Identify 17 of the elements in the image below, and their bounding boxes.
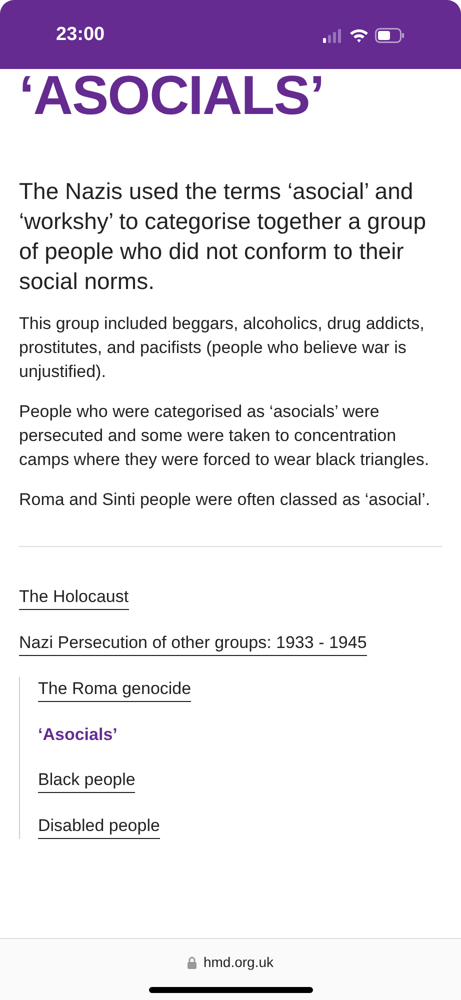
url-text[interactable]: hmd.org.uk: [203, 952, 274, 973]
lock-icon: [187, 956, 198, 969]
battery-icon: [375, 28, 405, 43]
nav-link[interactable]: The Holocaust: [19, 585, 129, 610]
status-time: 23:00: [56, 23, 105, 48]
page-title: ‘ASOCIALS’: [19, 69, 325, 124]
paragraph: Roma and Sinti people were often classed as ‘asocial’.: [19, 489, 432, 511]
nav-link[interactable]: The Roma genocide: [38, 677, 192, 702]
nav-link[interactable]: Nazi Persecution of other groups: 1933 - 1945: [19, 631, 367, 656]
wifi-icon: [349, 28, 369, 43]
nav-link[interactable]: Disabled people: [38, 814, 160, 839]
paragraph: This group included beggars, alcoholics, drug addicts, prostitutes, and pacifists (people who believe war is unjustified).: [19, 313, 426, 383]
nav-link[interactable]: ‘Asocials’: [38, 723, 118, 747]
nav-link[interactable]: Black people: [38, 768, 136, 793]
lead-paragraph: The Nazis used the terms ‘asocial’ and ‘workshy’ to categorise together a group of people who did not conform to their social norms.: [19, 177, 427, 296]
paragraph: People who were categorised as ‘asocials’ were persecuted and some were taken to concentration camps where they were forced to wear black triangles.: [19, 401, 430, 471]
signal-icon: [323, 28, 343, 42]
